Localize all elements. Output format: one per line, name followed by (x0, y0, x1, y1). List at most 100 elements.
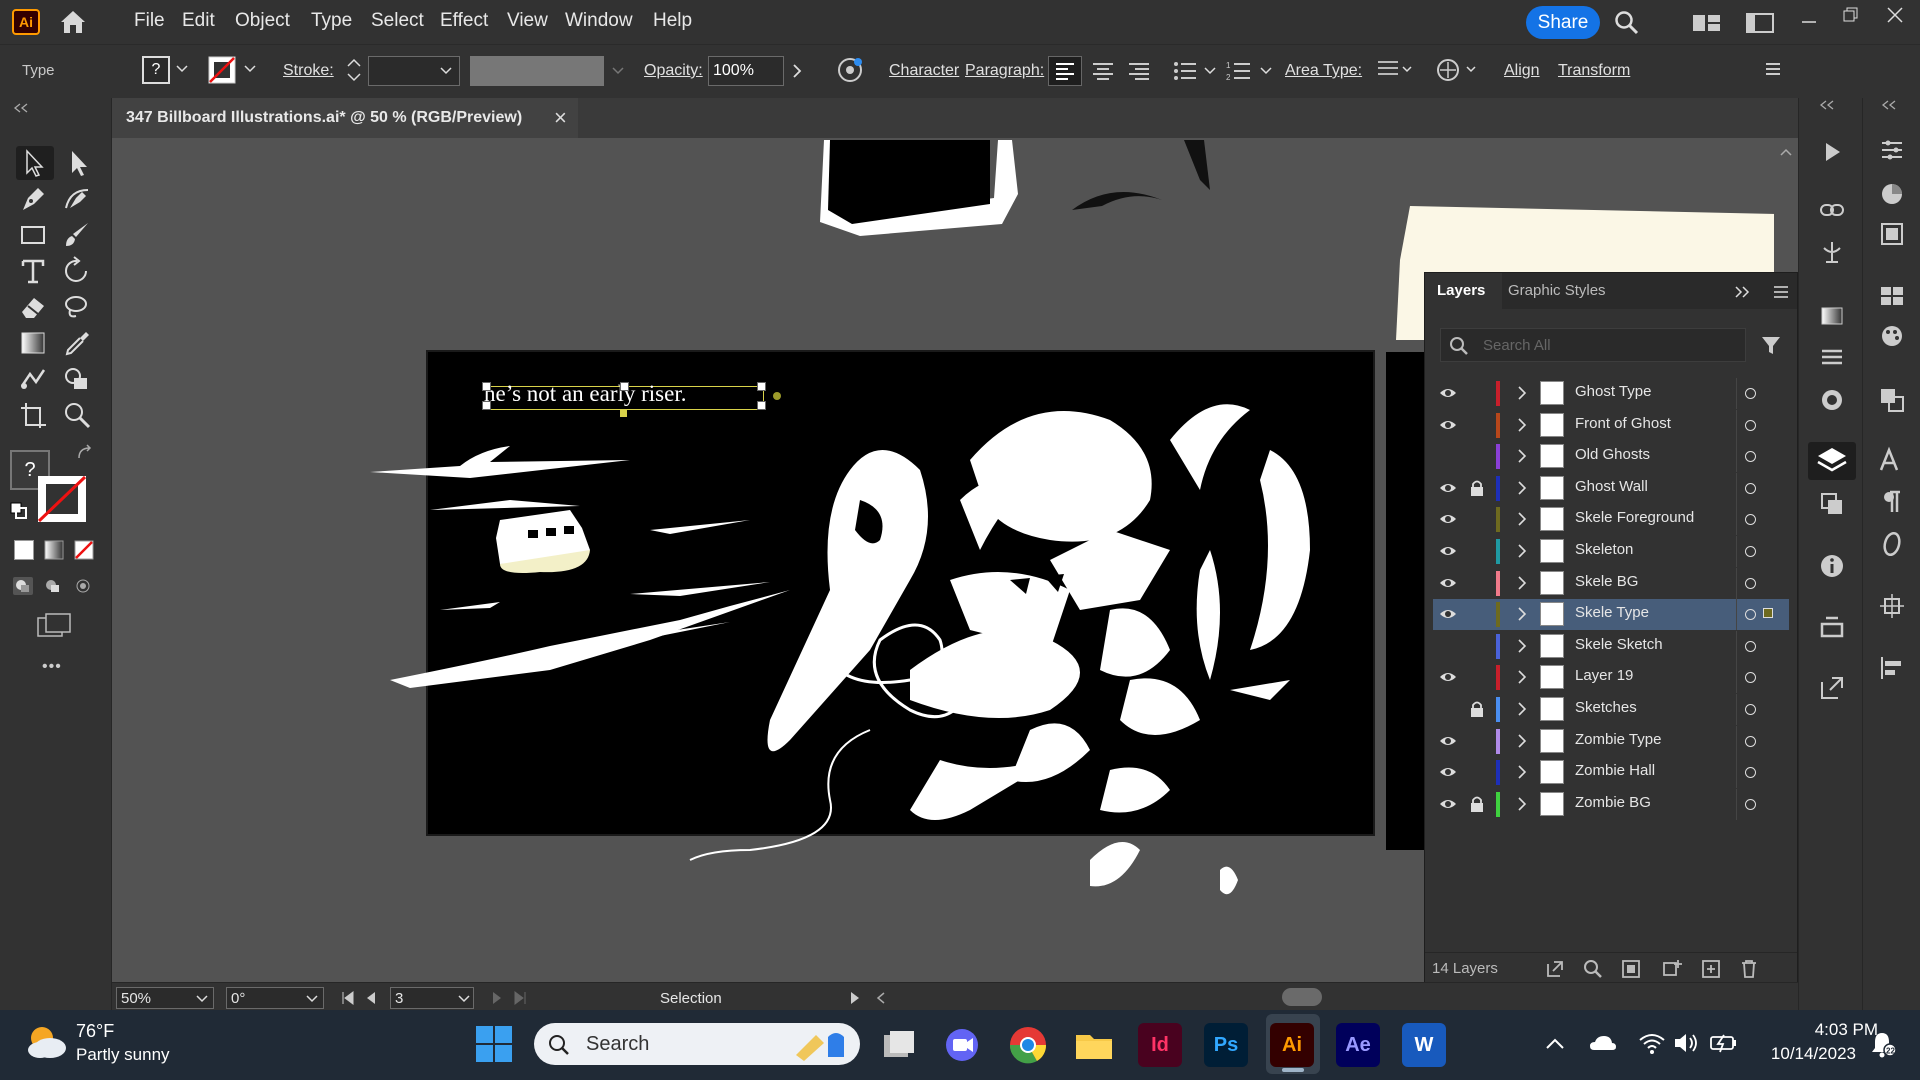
weather-description[interactable]: Partly sunny (76, 1045, 170, 1065)
info-icon[interactable] (1818, 552, 1846, 580)
adjacent-artboard[interactable] (1386, 352, 1426, 850)
layer-row[interactable]: Ghost Wall (1433, 472, 1789, 504)
expand-layer-chevron-icon[interactable] (1515, 796, 1529, 812)
opacity-label[interactable]: Opacity: (644, 62, 703, 80)
draw-normal-icon[interactable] (12, 576, 34, 596)
recolor-artwork-icon[interactable] (836, 56, 864, 84)
chrome-icon[interactable] (1006, 1023, 1050, 1067)
align-panel-icon[interactable] (1878, 654, 1906, 682)
bounding-handle[interactable] (757, 382, 766, 391)
selection-tool-icon[interactable] (20, 148, 50, 178)
filter-icon[interactable] (1760, 334, 1782, 356)
default-fill-stroke-icon[interactable] (10, 502, 28, 520)
curvature-tool-icon[interactable] (62, 184, 92, 214)
menu-effect[interactable]: Effect (440, 10, 488, 32)
expand-layer-chevron-icon[interactable] (1515, 764, 1529, 780)
layer-target-icon[interactable] (1745, 704, 1756, 715)
pathfinder-icon[interactable] (1878, 386, 1906, 414)
chevron-down-icon[interactable] (244, 64, 256, 74)
stroke-label[interactable]: Stroke: (283, 62, 334, 80)
visibility-eye-icon[interactable] (1439, 481, 1457, 495)
layer-name[interactable]: Layer 19 (1575, 667, 1633, 684)
layer-target-icon[interactable] (1745, 482, 1756, 494)
taskbar-date[interactable]: 10/14/2023 (1762, 1044, 1856, 1064)
visibility-eye-icon[interactable] (1439, 797, 1457, 811)
stroke-color-swatch[interactable] (36, 474, 90, 526)
expand-layer-chevron-icon[interactable] (1515, 606, 1529, 622)
status-menu-arrow-icon[interactable] (848, 990, 862, 1006)
visibility-toggle-empty[interactable] (1439, 449, 1457, 463)
brushes-icon[interactable] (1878, 322, 1906, 350)
align-right-icon[interactable] (1122, 56, 1156, 86)
visibility-toggle-empty[interactable] (1439, 702, 1457, 716)
layer-name[interactable]: Skele Foreground (1575, 509, 1694, 526)
close-window-icon[interactable] (1886, 6, 1904, 24)
opacity-field[interactable]: 100% (708, 56, 784, 86)
screen-mode-icon[interactable] (36, 612, 72, 640)
lock-toggle-empty[interactable] (1470, 763, 1484, 781)
transparency-icon[interactable] (1818, 490, 1846, 518)
layer-target-icon[interactable] (1745, 609, 1756, 621)
menu-file[interactable]: File (134, 10, 165, 32)
lock-toggle-empty[interactable] (1470, 732, 1484, 750)
panel-menu-icon[interactable] (1762, 58, 1784, 80)
task-view-icon[interactable] (876, 1023, 920, 1067)
expand-layer-chevron-icon[interactable] (1515, 543, 1529, 559)
layer-name[interactable]: Skele Type (1575, 604, 1649, 621)
opentype-icon[interactable] (1878, 530, 1906, 558)
layer-row[interactable]: Front of Ghost (1433, 409, 1789, 441)
onedrive-cloud-icon[interactable] (1588, 1032, 1618, 1054)
transform-icon[interactable] (1878, 592, 1906, 620)
taskbar-time[interactable]: 4:03 PM (1788, 1020, 1878, 1040)
layer-target-icon[interactable] (1745, 640, 1756, 652)
layer-row[interactable]: Skeleton (1433, 536, 1789, 567)
battery-charging-icon[interactable] (1708, 1030, 1738, 1056)
layers-search-input[interactable]: Search All (1440, 328, 1746, 362)
layer-name[interactable]: Zombie BG (1575, 794, 1651, 811)
character-icon[interactable] (1878, 446, 1906, 474)
wifi-icon[interactable] (1638, 1030, 1666, 1056)
scroll-up-icon[interactable] (1779, 146, 1793, 158)
blend-tool-icon[interactable] (18, 364, 48, 394)
layer-name[interactable]: Skele Sketch (1575, 636, 1663, 653)
layer-target-icon[interactable] (1745, 546, 1756, 557)
paragraph-icon[interactable] (1878, 488, 1906, 516)
character-panel-link[interactable]: Character (889, 62, 959, 80)
layer-target-icon[interactable] (1745, 672, 1756, 684)
new-layer-icon[interactable] (1700, 958, 1722, 980)
variable-width-profile[interactable] (470, 56, 604, 86)
layers-tab[interactable]: Layers (1425, 273, 1501, 309)
expand-layer-chevron-icon[interactable] (1515, 448, 1529, 464)
menu-type[interactable]: Type (311, 10, 352, 32)
actions-play-icon[interactable] (1818, 138, 1846, 166)
swatches-icon[interactable] (1878, 282, 1906, 310)
stroke-none-swatch[interactable] (208, 56, 236, 84)
layer-name[interactable]: Old Ghosts (1575, 446, 1650, 463)
properties-icon[interactable] (1878, 136, 1906, 164)
visibility-eye-icon[interactable] (1439, 386, 1457, 400)
make-clipping-mask-icon[interactable] (1620, 958, 1642, 980)
transform-panel-link[interactable]: Transform (1558, 62, 1630, 80)
numbered-list-icon[interactable]: 12 (1226, 58, 1252, 84)
arrange-documents-icon[interactable] (1692, 13, 1722, 33)
libraries-icon[interactable] (1818, 612, 1846, 640)
expand-layer-chevron-icon[interactable] (1515, 417, 1529, 433)
paragraph-panel-link[interactable]: Paragraph: (965, 62, 1044, 80)
lock-icon[interactable] (1470, 795, 1484, 813)
layer-name[interactable]: Sketches (1575, 699, 1637, 716)
collapse-panel-icon[interactable] (12, 103, 32, 113)
lock-icon[interactable] (1470, 700, 1484, 718)
symbols-icon[interactable] (1818, 238, 1846, 266)
taskbar-search-box[interactable]: Search (534, 1023, 860, 1065)
layer-row[interactable]: Layer 19 (1433, 662, 1789, 694)
color-mode-button[interactable] (14, 540, 34, 560)
bounding-handle[interactable] (482, 382, 491, 391)
layer-row[interactable]: Skele Sketch (1433, 630, 1789, 662)
photoshop-app-icon[interactable]: Ps (1204, 1023, 1248, 1067)
home-icon[interactable] (58, 9, 88, 35)
expand-layer-chevron-icon[interactable] (1515, 575, 1529, 591)
artboard-text[interactable]: he’s not an early riser. (484, 381, 686, 407)
lasso-zoom-tool-icon[interactable] (62, 292, 92, 322)
after-effects-app-icon[interactable]: Ae (1336, 1023, 1380, 1067)
new-sublayer-icon[interactable] (1658, 958, 1684, 980)
